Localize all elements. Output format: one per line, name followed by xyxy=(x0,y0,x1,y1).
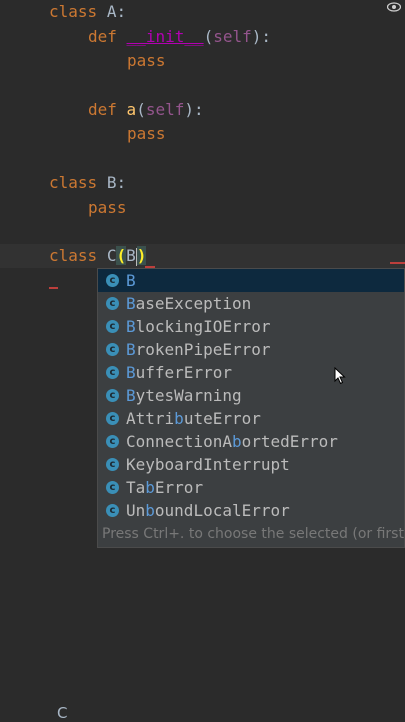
dunder-method-name: __init__ xyxy=(126,27,204,46)
class-name: C xyxy=(106,246,117,265)
self-param: self xyxy=(213,27,252,46)
completion-item[interactable]: c BytesWarning xyxy=(98,384,404,407)
autocomplete-popup[interactable]: cB c BaseException c BlockingIOError c Brok… xyxy=(97,268,405,548)
completion-label: BufferError xyxy=(126,363,232,382)
class-icon: c xyxy=(106,458,119,471)
autocomplete-hint: Press Ctrl+. to choose the selected (or … xyxy=(102,526,404,542)
class-icon: c xyxy=(106,274,119,287)
code-line-6[interactable]: class B: xyxy=(49,171,126,195)
paren: ): xyxy=(184,100,204,119)
completion-label: B xyxy=(126,271,136,290)
code-line-3[interactable]: pass xyxy=(127,49,166,73)
class-icon: c xyxy=(106,343,119,356)
completion-label: AttributeError xyxy=(126,409,261,428)
keyword: pass xyxy=(88,198,127,217)
paren: ): xyxy=(251,27,272,46)
method-name: a xyxy=(126,100,137,119)
code-line-2[interactable]: def __init__(self): xyxy=(88,25,271,49)
class-icon: c xyxy=(106,366,119,379)
code-line-8[interactable]: class C(B) xyxy=(49,244,147,268)
class-icon: c xyxy=(106,481,119,494)
code-line-5[interactable]: pass xyxy=(127,122,166,146)
class-icon: c xyxy=(106,320,119,333)
class-name: A: xyxy=(106,2,127,21)
keyword: def xyxy=(88,100,117,119)
code-line-4[interactable]: def a(self): xyxy=(88,98,204,122)
status-text: C xyxy=(57,704,68,722)
keyword: pass xyxy=(127,124,166,143)
self-param: self xyxy=(145,100,185,119)
completion-label: KeyboardInterrupt xyxy=(126,455,290,474)
error-underline-right xyxy=(390,262,405,264)
class-icon: c xyxy=(106,389,119,402)
class-name: B: xyxy=(106,173,127,192)
completion-item[interactable]: c BufferError xyxy=(98,361,404,384)
class-icon: c xyxy=(106,412,119,425)
completion-label: BytesWarning xyxy=(126,386,242,405)
completion-item[interactable]: c KeyboardInterrupt xyxy=(98,453,404,476)
keyword: class xyxy=(49,2,98,21)
completion-label: BaseException xyxy=(126,294,252,313)
completion-label: ConnectionAbortedError xyxy=(126,432,338,451)
keyword: class xyxy=(49,173,98,192)
completion-label: BrokenPipeError xyxy=(126,340,271,359)
code-line-1[interactable]: class A: xyxy=(49,0,126,24)
class-icon: c xyxy=(106,435,119,448)
code-line-7[interactable]: pass xyxy=(88,196,127,220)
class-icon: c xyxy=(106,297,119,310)
completion-item[interactable]: c BaseException xyxy=(98,292,404,315)
eye-icon[interactable] xyxy=(387,2,401,12)
completion-label: BlockingIOError xyxy=(126,317,271,336)
error-underline-next-line xyxy=(49,287,58,289)
completion-item[interactable]: cB xyxy=(98,269,404,292)
open-paren-highlight: ( xyxy=(116,246,127,265)
completion-item[interactable]: c ConnectionAbortedError xyxy=(98,430,404,453)
completion-item[interactable]: c UnboundLocalError xyxy=(98,499,404,522)
completion-label: UnboundLocalError xyxy=(126,501,290,520)
completion-item[interactable]: c BlockingIOError xyxy=(98,315,404,338)
keyword: pass xyxy=(127,51,166,70)
completion-label: TabError xyxy=(126,478,204,497)
class-icon: c xyxy=(106,504,119,517)
paren: ( xyxy=(136,100,146,119)
keyword: def xyxy=(88,27,117,46)
typed-text: B xyxy=(126,246,136,265)
mouse-pointer-icon xyxy=(334,367,346,385)
completion-item[interactable]: c AttributeError xyxy=(98,407,404,430)
code-editor[interactable]: class A: def __init__(self): pass def a(… xyxy=(0,0,405,722)
keyword: class xyxy=(49,246,98,265)
completion-item[interactable]: c BrokenPipeError xyxy=(98,338,404,361)
paren: ( xyxy=(203,27,214,46)
close-paren-highlight: ) xyxy=(136,246,147,265)
completion-item[interactable]: c TabError xyxy=(98,476,404,499)
